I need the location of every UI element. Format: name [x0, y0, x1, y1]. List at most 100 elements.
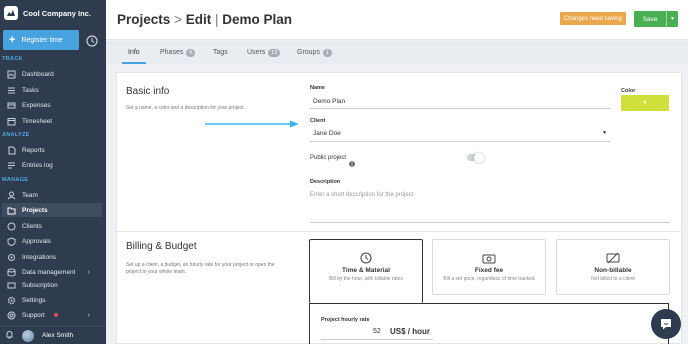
client-select[interactable]: Jane Doe	[313, 130, 341, 137]
sidebar-item-clients[interactable]: Clients	[2, 219, 102, 233]
subscription-icon	[7, 281, 16, 290]
changes-need-saving-badge: Changes need saving	[560, 12, 626, 25]
sidebar-item-team[interactable]: Team	[2, 188, 102, 202]
info-icon[interactable]	[349, 154, 355, 172]
sidebar-item-dashboard[interactable]: Dashboard	[2, 67, 102, 81]
chevron-right-icon: ›	[87, 311, 90, 319]
chat-widget-button[interactable]	[651, 309, 681, 339]
user-name[interactable]: Alex Smith	[42, 332, 73, 339]
brand[interactable]: Cool Company Inc.	[4, 5, 91, 21]
sidebar-item-tasks[interactable]: Tasks	[2, 83, 102, 97]
sidebar-item-label: Subscription	[22, 281, 58, 289]
sidebar-item-label: Data management	[22, 268, 76, 276]
sidebar-item-support[interactable]: Support ›	[2, 308, 102, 322]
sidebar-item-settings[interactable]: Settings	[2, 293, 102, 307]
sidebar-item-subscription[interactable]: Subscription	[2, 278, 102, 292]
page-header: Projects > Edit | Demo Plan Changes need…	[106, 0, 688, 40]
register-time-label: Register time	[21, 36, 63, 44]
projects-icon	[7, 206, 16, 215]
annotation-arrow-icon	[205, 120, 299, 128]
card-title: Fixed fee	[474, 267, 504, 274]
tab-count-badge: 6	[186, 48, 196, 57]
chat-icon	[661, 319, 671, 330]
client-field-underline	[310, 141, 610, 142]
sidebar-item-label: Tasks	[22, 86, 39, 94]
color-picker[interactable]: ▼	[621, 95, 669, 111]
sidebar-item-expenses[interactable]: Expenses	[2, 98, 102, 112]
notification-dot	[53, 313, 58, 317]
breadcrumb-projects[interactable]: Projects	[117, 12, 170, 27]
sidebar-item-approvals[interactable]: Approvals	[2, 234, 102, 248]
name-label: Name	[310, 85, 325, 91]
sidebar-item-entries-log[interactable]: Entries log	[2, 158, 102, 172]
user-bar: Alex Smith	[0, 326, 106, 344]
tab-label: Users	[247, 49, 266, 56]
public-project-toggle[interactable]	[467, 152, 484, 163]
name-field[interactable]: Demo Plan	[313, 98, 345, 105]
tab-tags[interactable]: Tags	[213, 41, 228, 64]
sidebar-item-label: Approvals	[22, 237, 51, 245]
integrations-icon	[7, 253, 16, 262]
tab-count-badge: 12	[268, 48, 281, 57]
sidebar-item-timesheet[interactable]: Timesheet	[2, 114, 102, 128]
sidebar-item-integrations[interactable]: Integrations	[2, 250, 102, 264]
description-field-underline	[310, 222, 670, 223]
register-time-button[interactable]: + Register time	[3, 30, 79, 50]
chevron-down-icon[interactable]: ▼	[602, 130, 607, 136]
sidebar-item-label: Integrations	[22, 253, 56, 261]
toggle-knob	[474, 152, 484, 163]
save-label: Save	[642, 15, 658, 23]
hourly-rate-label: Project hourly rate	[321, 317, 370, 323]
avatar[interactable]	[22, 329, 34, 342]
tab-groups[interactable]: Groups 1	[297, 41, 333, 64]
billing-type-time-material[interactable]: Time & Material Bill by the hour, with b…	[309, 239, 423, 303]
dashboard-icon	[7, 70, 16, 79]
section-manage: MANAGE	[2, 177, 29, 183]
billing-type-non-billable[interactable]: Non-billable Not billed to a client	[556, 239, 670, 295]
sidebar-item-label: Support	[22, 311, 45, 319]
chevron-right-icon: ›	[87, 268, 90, 276]
card-description: Bill by the hour, with billable rates	[329, 276, 403, 282]
basic-info-description: Set a name, a color and a description fo…	[126, 105, 245, 111]
sidebar-item-label: Team	[22, 191, 38, 199]
section-divider	[117, 231, 681, 232]
approvals-icon	[7, 236, 16, 246]
sidebar-item-data-management[interactable]: Data management ›	[2, 265, 102, 279]
hourly-rate-input[interactable]: 52	[373, 328, 381, 335]
billing-budget-title: Billing & Budget	[126, 241, 197, 252]
tab-phases[interactable]: Phases 6	[160, 41, 196, 64]
tab-label: Phases	[160, 49, 184, 56]
project-name-title: Demo Plan	[222, 12, 293, 27]
timer-clock-icon[interactable]	[86, 34, 98, 47]
description-field[interactable]: Enter a short description for the projec…	[310, 192, 413, 198]
company-name: Cool Company Inc.	[23, 8, 91, 18]
sidebar-item-label: Expenses	[22, 101, 51, 109]
tab-bar: Info Phases 6 Tags Users 12 Groups 1	[106, 41, 688, 64]
client-label: Client	[310, 118, 326, 124]
basic-info-title: Basic info	[126, 86, 170, 97]
card-title: Time & Material	[342, 267, 390, 274]
tab-users[interactable]: Users 12	[247, 41, 281, 64]
sidebar-item-label: Timesheet	[22, 117, 53, 125]
tab-info[interactable]: Info	[122, 41, 146, 64]
public-project-label: Public project	[310, 155, 347, 161]
billing-type-fixed-fee[interactable]: Fixed fee Bill a set price, regardless o…	[432, 239, 546, 295]
chevron-down-icon[interactable]: ▼	[666, 11, 678, 27]
gear-icon	[7, 296, 16, 305]
sidebar-item-projects[interactable]: Projects	[2, 203, 102, 217]
hourly-rate-panel	[309, 303, 669, 344]
tasks-icon	[7, 86, 16, 95]
sidebar: Cool Company Inc. + Register time TRACK …	[0, 0, 106, 344]
sidebar-item-label: Entries log	[22, 161, 53, 169]
tab-count-badge: 1	[322, 48, 333, 57]
card-description: Not billed to a client	[591, 276, 635, 282]
page-title: Projects > Edit | Demo Plan	[117, 12, 292, 27]
save-button[interactable]: Save ▼	[634, 11, 678, 27]
sidebar-item-reports[interactable]: Reports	[2, 143, 102, 157]
reports-icon	[7, 146, 16, 155]
bell-icon[interactable]	[5, 330, 14, 341]
card-description: Bill a set price, regardless of time tra…	[443, 276, 535, 282]
section-analyze: ANALYZE	[2, 132, 30, 138]
tab-label: Info	[128, 49, 140, 56]
breadcrumb-separator: >	[174, 12, 182, 27]
